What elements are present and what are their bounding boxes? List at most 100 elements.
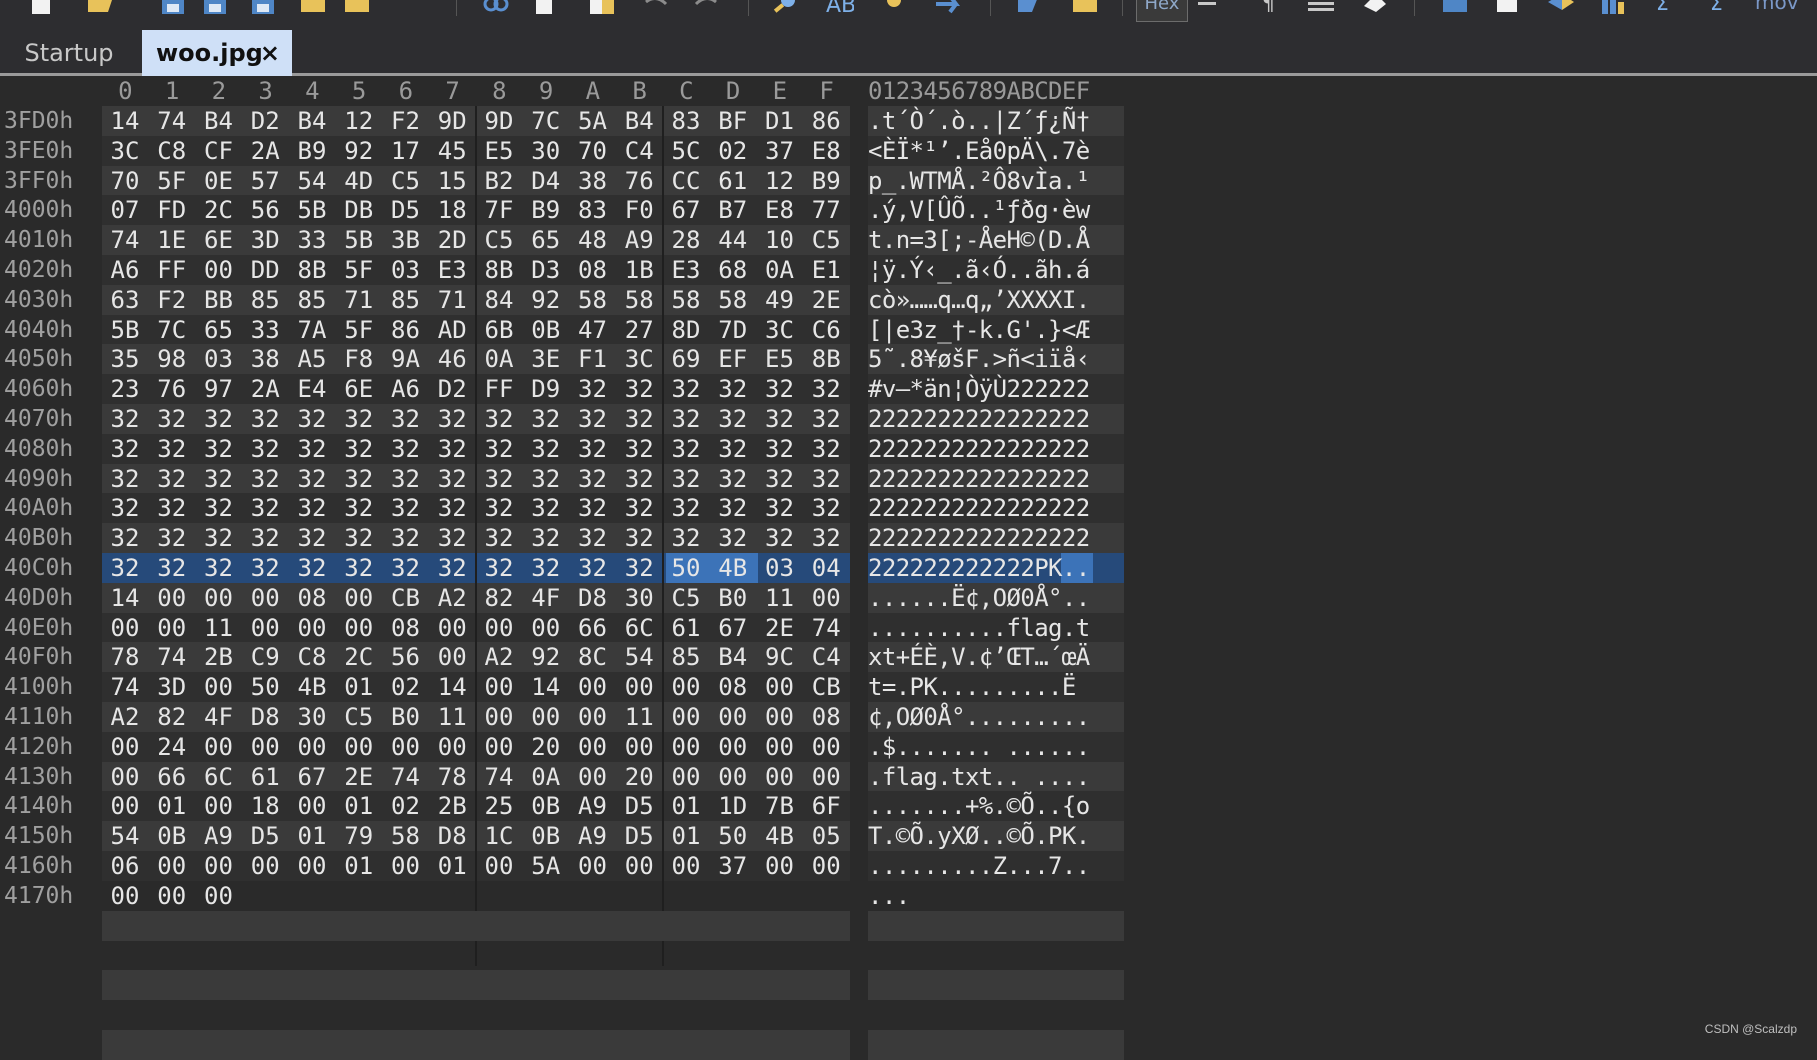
hex-byte[interactable]: 32 [523,404,569,434]
hex-byte[interactable]: 00 [102,791,148,821]
hex-byte[interactable]: 58 [710,285,756,315]
hex-byte[interactable]: 18 [429,195,475,225]
hex-byte[interactable]: 32 [383,404,429,434]
hex-byte[interactable]: A5 [289,344,335,374]
hex-row[interactable]: 4060h 23 76 97 2A E4 6E A6 D2 FF D9 32 32 32 32 32 32 #v—… [0,374,1817,405]
hex-byte[interactable]: 32 [383,523,429,553]
hex-byte[interactable]: 0B [149,821,195,851]
hex-byte[interactable]: 32 [289,404,335,434]
hex-byte[interactable]: 32 [336,493,382,523]
hex-byte[interactable]: 74 [383,762,429,792]
hex-byte[interactable]: E3 [663,255,709,285]
hex-byte[interactable]: 32 [102,434,148,464]
hex-byte[interactable]: 32 [616,523,662,553]
hex-byte[interactable]: 86 [383,315,429,345]
hex-byte[interactable]: 01 [289,821,335,851]
hex-byte[interactable]: C5 [383,166,429,196]
hex-byte[interactable]: 1C [476,821,522,851]
hex-byte[interactable]: 32 [336,553,382,583]
hex-row[interactable]: 4160h 06 00 00 00 00 01 00 01 00 5A 00 00 00 37 00 00...… [0,851,1817,881]
new-file-icon[interactable] [26,0,56,20]
hex-byte[interactable]: 08 [570,255,616,285]
ascii-text[interactable]: t=.PK.........Ë [868,672,1124,702]
hex-byte[interactable]: 00 [803,851,849,881]
hex-byte[interactable]: 6E [196,225,242,255]
hex-byte[interactable]: 00 [570,672,616,702]
hex-byte[interactable]: 78 [429,762,475,792]
hex-byte[interactable]: 32 [757,493,803,523]
ascii-text[interactable]: ¢‚OØ0Å°......... [868,702,1124,732]
hex-byte[interactable]: 00 [476,613,522,643]
hex-byte[interactable]: B0 [710,583,756,613]
hex-row[interactable]: 40C0h 32 32 32 32 32 32 32 32 32 32 32 32 50 4B 03 04 222… [0,553,1817,583]
hex-byte[interactable]: E5 [476,136,522,166]
hex-byte[interactable]: 7C [149,315,195,345]
hex-byte[interactable]: 61 [242,762,288,792]
hex-byte[interactable]: 37 [757,136,803,166]
hex-byte[interactable]: 00 [242,732,288,762]
hex-byte[interactable]: 00 [149,613,195,643]
hex-byte[interactable]: 70 [102,166,148,196]
hex-byte[interactable]: 50 [663,553,709,583]
hex-byte[interactable]: 8C [570,642,616,672]
hex-byte[interactable]: C4 [803,642,849,672]
hex-byte[interactable]: 32 [663,523,709,553]
hex-byte[interactable]: B2 [476,166,522,196]
hex-byte[interactable]: 32 [429,434,475,464]
hex-byte[interactable]: 00 [289,791,335,821]
hex-byte[interactable]: 14 [523,672,569,702]
hex-byte[interactable]: 32 [336,464,382,494]
hex-byte[interactable]: 32 [196,553,242,583]
hex-byte[interactable]: 32 [476,493,522,523]
hex-byte[interactable]: A2 [476,642,522,672]
hex-byte[interactable]: 85 [289,285,335,315]
hex-byte[interactable]: 32 [570,464,616,494]
hex-byte[interactable]: 32 [102,493,148,523]
hex-byte[interactable]: F1 [570,344,616,374]
hex-byte[interactable]: 32 [710,434,756,464]
hex-row[interactable]: 4080h 32 32 32 32 32 32 32 32 32 32 32 32 32 32 32 32 222… [0,433,1817,464]
hex-byte[interactable]: 32 [196,523,242,553]
hex-byte[interactable]: B4 [616,106,662,136]
hex-row[interactable]: 3FF0h 70 5F 0E 57 54 4D C5 15 B2 D4 38 76 CC 61 12 B9 p_.… [0,165,1817,196]
hex-byte[interactable]: 32 [102,404,148,434]
hex-byte[interactable]: 00 [476,732,522,762]
hex-byte[interactable]: 01 [336,851,382,881]
hex-byte[interactable]: 32 [242,464,288,494]
hex-byte[interactable]: 38 [242,344,288,374]
hex-byte[interactable]: 32 [757,374,803,404]
hex-byte[interactable]: 32 [429,493,475,523]
hex-byte[interactable]: 6B [476,315,522,345]
hex-byte[interactable]: 0B [523,791,569,821]
hex-byte[interactable]: DD [242,255,288,285]
hex-byte[interactable]: 00 [523,702,569,732]
hex-byte[interactable]: 6C [616,613,662,643]
hex-byte[interactable]: 32 [757,523,803,553]
close-icon[interactable]: × [260,30,280,76]
hex-byte[interactable]: 82 [149,702,195,732]
hex-byte[interactable]: 67 [710,613,756,643]
hex-byte[interactable]: 32 [242,404,288,434]
hex-byte[interactable]: B0 [383,702,429,732]
hex-byte[interactable]: 33 [289,225,335,255]
hex-byte[interactable]: 85 [663,642,709,672]
hex-byte[interactable]: 74 [476,762,522,792]
hex-byte[interactable]: 01 [336,791,382,821]
hex-byte[interactable]: 00 [429,732,475,762]
wrap-icon[interactable] [1196,0,1226,20]
hex-byte[interactable]: 83 [570,195,616,225]
hex-byte[interactable]: 82 [476,583,522,613]
hex-byte[interactable]: 01 [429,851,475,881]
hex-byte[interactable]: 01 [336,672,382,702]
hex-byte[interactable]: 00 [289,732,335,762]
ascii-text[interactable]: 2222222222222222 [868,464,1124,494]
ascii-text[interactable]: 2222222222222222 [868,493,1124,523]
hex-byte[interactable]: 0A [757,255,803,285]
hex-byte[interactable]: C6 [803,315,849,345]
hex-byte[interactable]: 00 [570,702,616,732]
hex-byte[interactable]: D2 [429,374,475,404]
hex-byte[interactable]: 32 [663,404,709,434]
hex-byte[interactable]: 00 [757,762,803,792]
hex-byte[interactable]: 11 [616,702,662,732]
hex-byte[interactable]: 00 [102,613,148,643]
